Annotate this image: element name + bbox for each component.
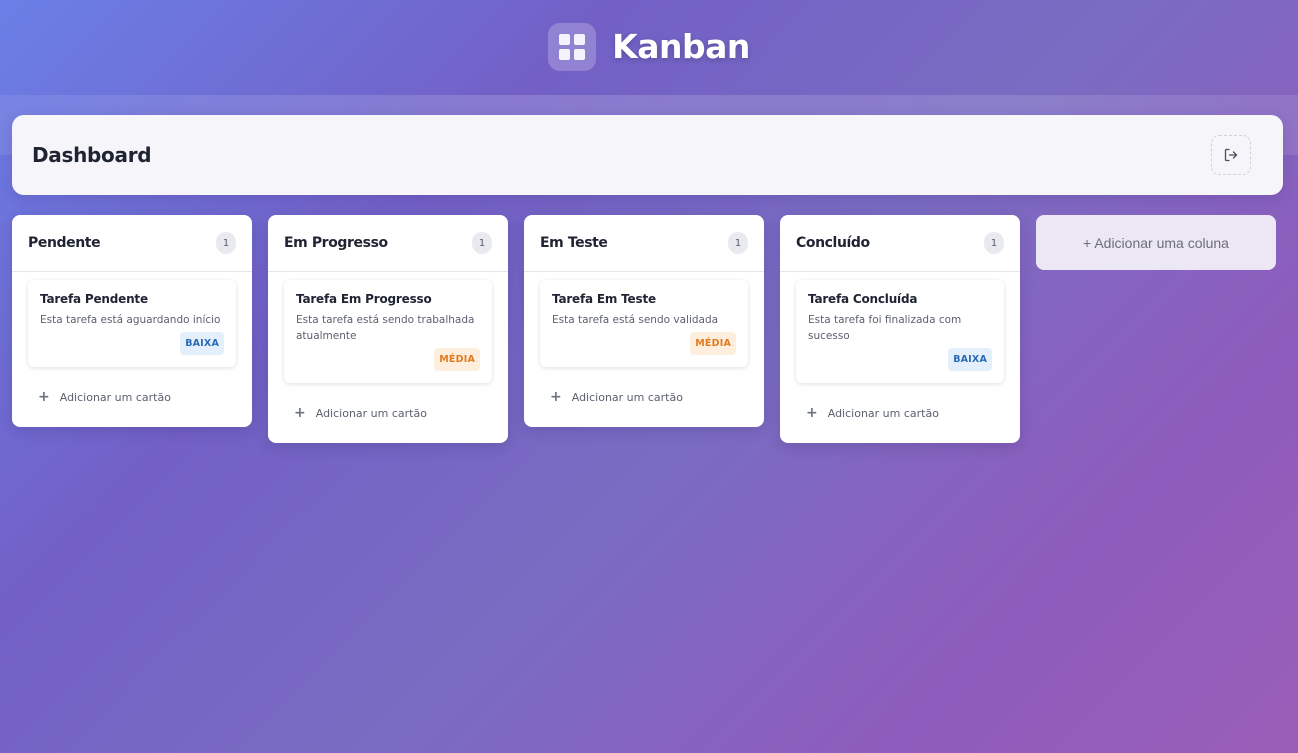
task-card[interactable]: Tarefa Em Progresso Esta tarefa está sen… bbox=[284, 280, 492, 383]
column-em-progresso: Em Progresso 1 Tarefa Em Progresso Esta … bbox=[268, 215, 508, 443]
plus-icon: + bbox=[806, 405, 818, 421]
add-card-label: Adicionar um cartão bbox=[315, 406, 427, 420]
priority-badge: MÉDIA bbox=[434, 348, 480, 371]
top-bar: Kanban bbox=[0, 0, 1298, 95]
brand: Kanban bbox=[548, 22, 750, 71]
add-card-label: Adicionar um cartão bbox=[827, 406, 939, 420]
task-card[interactable]: Tarefa Pendente Esta tarefa está aguarda… bbox=[28, 280, 236, 367]
column-header: Em Teste 1 bbox=[524, 215, 764, 272]
logout-icon bbox=[1224, 148, 1238, 162]
add-card-button[interactable]: + Adicionar um cartão bbox=[796, 391, 1004, 435]
column-title[interactable]: Concluído bbox=[796, 235, 870, 251]
logout-button[interactable] bbox=[1211, 135, 1251, 175]
column-body: Tarefa Concluída Esta tarefa foi finaliz… bbox=[780, 272, 1020, 435]
page-title: Dashboard bbox=[32, 143, 152, 167]
column-header: Pendente 1 bbox=[12, 215, 252, 272]
column-title[interactable]: Em Teste bbox=[540, 235, 608, 251]
add-card-button[interactable]: + Adicionar um cartão bbox=[28, 375, 236, 419]
card-title: Tarefa Em Teste bbox=[552, 292, 656, 306]
card-title: Tarefa Concluída bbox=[808, 292, 918, 306]
card-count-badge: 1 bbox=[984, 232, 1004, 254]
card-description: Esta tarefa está aguardando início bbox=[40, 314, 221, 326]
app-title: Kanban bbox=[612, 27, 750, 66]
card-count-badge: 1 bbox=[472, 232, 492, 254]
plus-icon: + bbox=[38, 389, 50, 405]
priority-badge: MÉDIA bbox=[690, 332, 736, 355]
card-title: Tarefa Pendente bbox=[40, 292, 148, 306]
card-count-badge: 1 bbox=[728, 232, 748, 254]
column-title[interactable]: Pendente bbox=[28, 235, 101, 251]
column-body: Tarefa Em Teste Esta tarefa está sendo v… bbox=[524, 272, 764, 419]
card-description: Esta tarefa está sendo validada bbox=[552, 314, 719, 326]
column-header: Em Progresso 1 bbox=[268, 215, 508, 272]
add-card-label: Adicionar um cartão bbox=[571, 390, 683, 404]
column-header: Concluído 1 bbox=[780, 215, 1020, 272]
card-title: Tarefa Em Progresso bbox=[296, 292, 432, 306]
card-description: Esta tarefa foi finalizada com sucesso bbox=[808, 314, 962, 342]
add-column-button[interactable]: + Adicionar uma coluna bbox=[1036, 215, 1276, 270]
add-card-button[interactable]: + Adicionar um cartão bbox=[284, 391, 492, 435]
column-em-teste: Em Teste 1 Tarefa Em Teste Esta tarefa e… bbox=[524, 215, 764, 427]
card-description: Esta tarefa está sendo trabalhada atualm… bbox=[296, 314, 475, 342]
column-body: Tarefa Pendente Esta tarefa está aguarda… bbox=[12, 272, 252, 419]
plus-icon: + bbox=[550, 389, 562, 405]
add-card-label: Adicionar um cartão bbox=[59, 390, 171, 404]
column-pendente: Pendente 1 Tarefa Pendente Esta tarefa e… bbox=[12, 215, 252, 427]
priority-badge: BAIXA bbox=[180, 332, 224, 355]
add-card-button[interactable]: + Adicionar um cartão bbox=[540, 375, 748, 419]
priority-badge: BAIXA bbox=[948, 348, 992, 371]
column-title[interactable]: Em Progresso bbox=[284, 235, 388, 251]
plus-icon: + bbox=[294, 405, 306, 421]
column-body: Tarefa Em Progresso Esta tarefa está sen… bbox=[268, 272, 508, 435]
card-count-badge: 1 bbox=[216, 232, 236, 254]
dashboard-header: Dashboard bbox=[12, 115, 1283, 195]
task-card[interactable]: Tarefa Concluída Esta tarefa foi finaliz… bbox=[796, 280, 1004, 383]
grid-icon bbox=[548, 22, 597, 71]
column-concluido: Concluído 1 Tarefa Concluída Esta tarefa… bbox=[780, 215, 1020, 443]
task-card[interactable]: Tarefa Em Teste Esta tarefa está sendo v… bbox=[540, 280, 748, 367]
